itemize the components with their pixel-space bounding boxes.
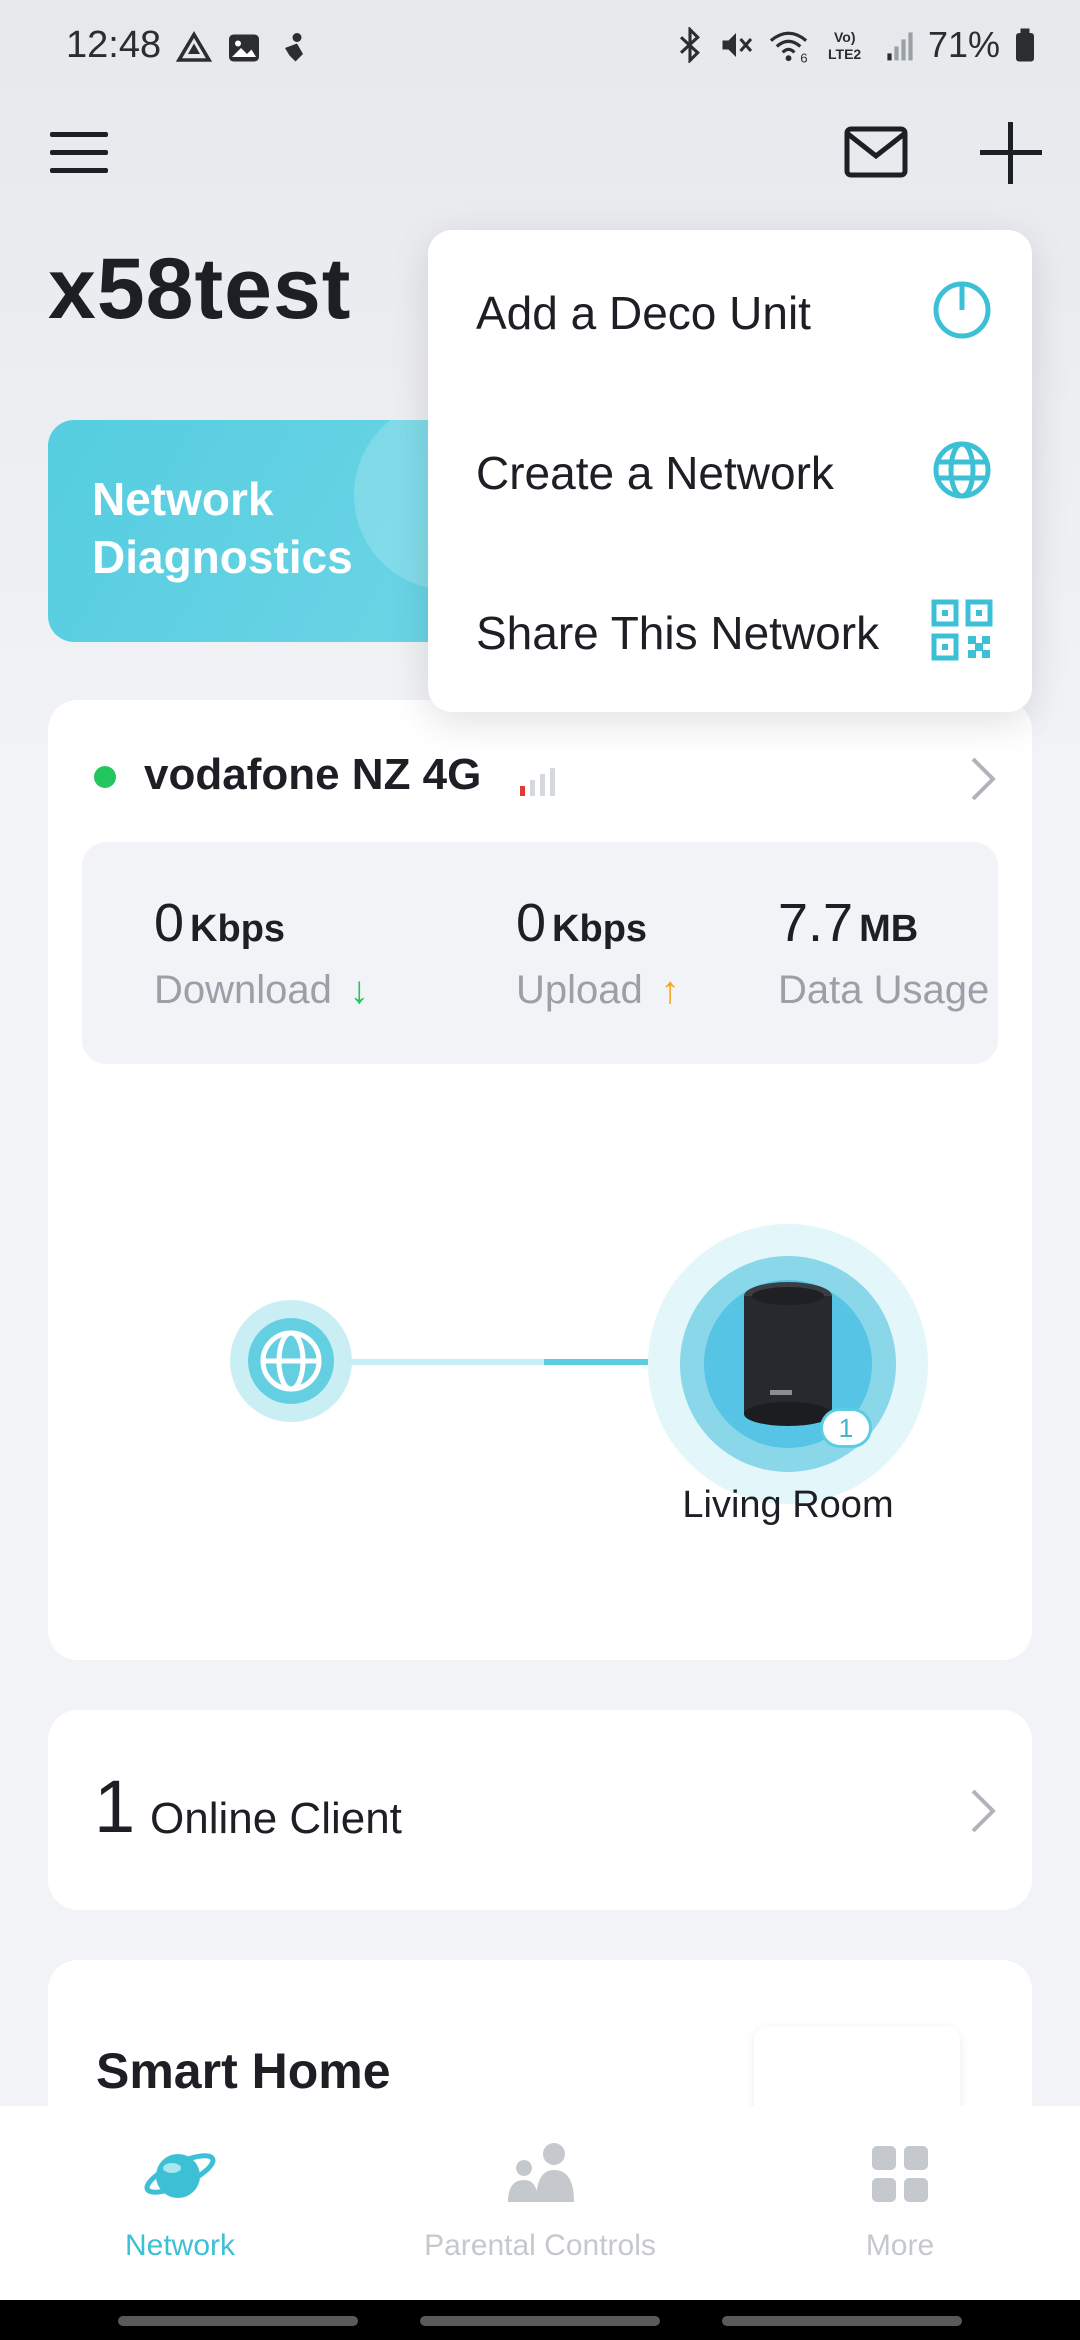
- svg-text:LTE2: LTE2: [828, 46, 861, 62]
- image-icon: [229, 34, 259, 62]
- volte-lte2-icon: Vo)LTE2: [828, 29, 861, 62]
- system-back-button[interactable]: [722, 2316, 962, 2326]
- tab-label: More: [865, 2229, 935, 2262]
- network-status-card: vodafone NZ 4G 0 Kbps Download ↓ 0 Kbps Upl…: [48, 700, 1032, 1660]
- internet-node[interactable]: [230, 1300, 352, 1422]
- tab-label: Network: [124, 2229, 236, 2262]
- status-right-icons: 6 Vo) LTE2 71%: [676, 24, 1036, 66]
- deco-client-count-badge: 1: [820, 1408, 872, 1448]
- tab-parental-controls[interactable]: Parental Controls: [360, 2136, 720, 2263]
- mute-icon: [722, 33, 753, 57]
- signal-strength-icon: [520, 768, 555, 796]
- smart-home-title: Smart Home: [96, 2043, 391, 2099]
- battery-icon: [1016, 28, 1034, 62]
- grid-icon: [872, 2146, 928, 2202]
- deco-device-icon[interactable]: [742, 1278, 834, 1428]
- system-home-button[interactable]: [420, 2316, 660, 2326]
- usage-value: 7.7: [778, 893, 854, 953]
- menu-button[interactable]: [50, 130, 108, 176]
- connection-line: [348, 1359, 544, 1365]
- add-menu-button[interactable]: [980, 122, 1042, 184]
- network-diagnostics-label: Network Diagnostics: [92, 473, 353, 583]
- menu-item-share-network[interactable]: Share This Network: [428, 550, 1032, 710]
- messages-button[interactable]: [844, 126, 908, 178]
- online-clients-card[interactable]: 1 Online Client: [48, 1710, 1032, 1910]
- bottom-navigation: Network Parental Controls More: [0, 2106, 1080, 2300]
- system-navigation-bar: [0, 2300, 1080, 2340]
- isp-name[interactable]: vodafone NZ 4G: [144, 750, 481, 800]
- tab-more[interactable]: More: [720, 2136, 1080, 2263]
- tab-network[interactable]: Network: [0, 2136, 360, 2263]
- wifi-6-icon: 6: [769, 31, 808, 63]
- usage-unit: MB: [859, 908, 919, 950]
- download-stat: 0 Kbps Download ↓: [154, 892, 369, 1013]
- upload-stat: 0 Kbps Upload ↑: [516, 892, 680, 1013]
- download-arrow-icon: ↓: [349, 970, 369, 1012]
- download-unit: Kbps: [190, 908, 286, 950]
- usage-label: Data Usage: [778, 968, 990, 1012]
- online-client-count: 1: [94, 1765, 136, 1848]
- deco-location-label: Living Room: [682, 1484, 894, 1526]
- upload-arrow-icon: ↑: [660, 970, 680, 1012]
- plus-icon: [980, 122, 1042, 184]
- battery-percent: 71%: [927, 24, 1000, 65]
- page-title: x58test: [48, 241, 352, 337]
- menu-item-create-network[interactable]: Create a Network: [428, 390, 1032, 550]
- download-label: Download: [154, 968, 332, 1012]
- upload-label: Upload: [516, 968, 643, 1012]
- menu-item-label: Add a Deco Unit: [476, 287, 811, 339]
- tab-label: Parental Controls: [424, 2229, 656, 2262]
- menu-icon: [50, 132, 108, 173]
- drive-icon: [176, 30, 212, 62]
- qr-code-icon: [931, 599, 993, 661]
- add-menu-dropdown: Add a Deco Unit Create a Network Share T…: [428, 230, 1032, 712]
- notification-icon: [285, 33, 303, 62]
- status-left-icons: [176, 30, 312, 66]
- status-bar: 12:48 6 Vo) LTE2 71%: [0, 0, 1080, 96]
- svg-text:6: 6: [800, 51, 807, 63]
- chevron-right-icon: [971, 1789, 996, 1833]
- upload-unit: Kbps: [552, 908, 648, 950]
- bluetooth-icon: [679, 27, 700, 63]
- network-topology: 1 Living Room: [48, 1100, 1032, 1660]
- upload-value: 0: [516, 893, 547, 953]
- mail-icon: [844, 126, 908, 178]
- status-time: 12:48: [66, 24, 162, 66]
- menu-item-label: Create a Network: [476, 447, 834, 499]
- deco-unit-icon: [933, 281, 991, 339]
- download-value: 0: [154, 893, 185, 953]
- connection-status-dot: [94, 766, 116, 788]
- system-recent-button[interactable]: [118, 2316, 358, 2326]
- menu-item-label: Share This Network: [476, 607, 880, 659]
- cellular-signal-icon: [887, 32, 913, 61]
- svg-text:Vo): Vo): [834, 29, 856, 45]
- online-client-label: Online Client: [150, 1794, 402, 1843]
- globe-icon: [933, 441, 991, 499]
- menu-item-add-deco-unit[interactable]: Add a Deco Unit: [428, 230, 1032, 390]
- family-icon: [508, 2143, 574, 2202]
- planet-icon: [144, 2153, 216, 2198]
- traffic-stats: 0 Kbps Download ↓ 0 Kbps Upload ↑ 7.7 MB Data…: [82, 842, 998, 1064]
- data-usage-stat: 7.7 MB Data Usage: [778, 892, 989, 1013]
- globe-icon: [260, 1330, 322, 1392]
- chevron-right-icon[interactable]: [968, 754, 998, 804]
